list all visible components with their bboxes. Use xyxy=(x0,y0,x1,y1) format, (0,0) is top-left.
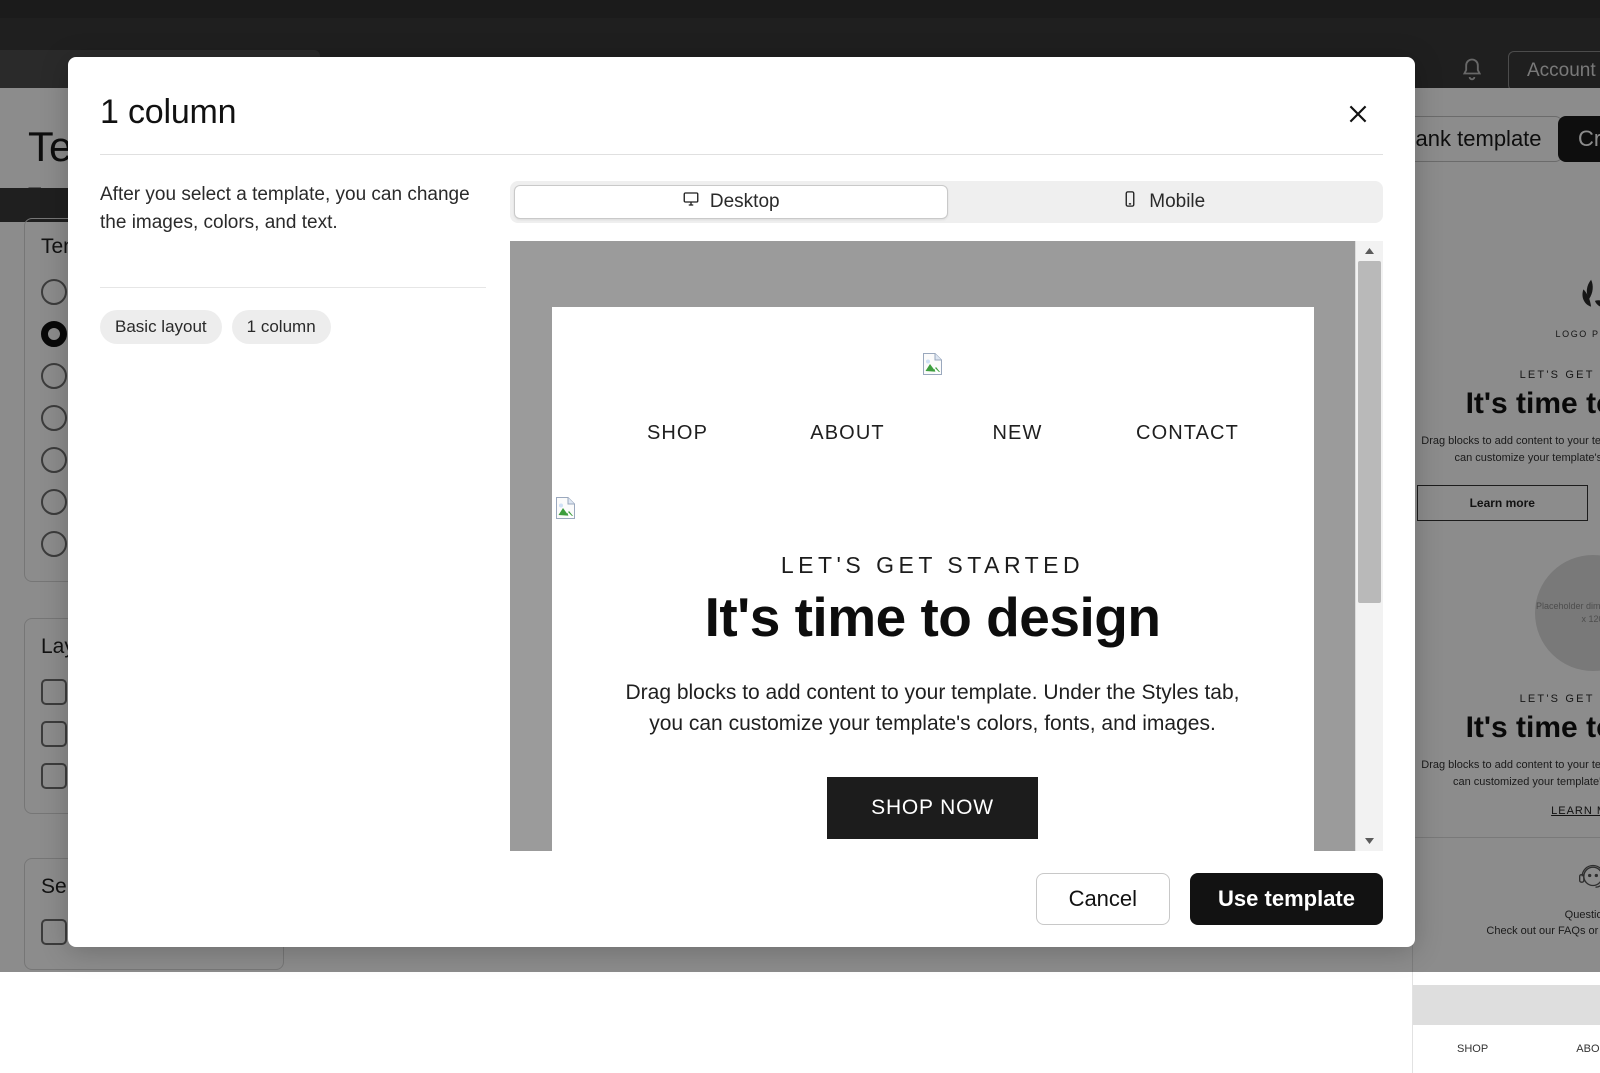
template-nav-item-shop[interactable]: SHOP xyxy=(593,422,763,445)
hero-broken-image-icon xyxy=(556,497,575,524)
dialog-header: 1 column xyxy=(68,57,1415,132)
template-preview-scroll-area: SHOP ABOUT NEW CONTACT xyxy=(510,241,1355,851)
scrollbar-track[interactable] xyxy=(1356,261,1383,831)
use-template-button[interactable]: Use template xyxy=(1190,873,1383,925)
preview-footer-nav-item[interactable]: ABOUT xyxy=(1576,1043,1600,1055)
template-nav: SHOP ABOUT NEW CONTACT xyxy=(552,422,1314,445)
template-shop-now-button[interactable]: SHOP NOW xyxy=(827,777,1038,839)
template-preview-viewport: SHOP ABOUT NEW CONTACT xyxy=(510,241,1383,851)
dialog-preview-pane: Desktop Mobile xyxy=(510,181,1383,851)
template-tag-list: Basic layout 1 column xyxy=(100,310,486,344)
dialog-footer: Cancel Use template xyxy=(68,851,1415,947)
template-nav-item-new[interactable]: NEW xyxy=(933,422,1103,445)
email-template-sheet: SHOP ABOUT NEW CONTACT xyxy=(552,307,1314,851)
close-icon[interactable] xyxy=(1341,97,1375,131)
dialog-title: 1 column xyxy=(100,93,236,132)
tab-mobile[interactable]: Mobile xyxy=(948,185,1380,219)
template-tag-basic-layout[interactable]: Basic layout xyxy=(100,310,222,344)
template-nav-item-about[interactable]: ABOUT xyxy=(763,422,933,445)
scrollbar-thumb[interactable] xyxy=(1358,261,1381,603)
tab-desktop[interactable]: Desktop xyxy=(514,185,948,219)
template-body-text: Drag blocks to add content to your templ… xyxy=(608,677,1258,739)
tab-desktop-label: Desktop xyxy=(710,191,780,213)
cancel-button[interactable]: Cancel xyxy=(1036,873,1170,925)
template-tag-1-column[interactable]: 1 column xyxy=(232,310,331,344)
desktop-monitor-icon xyxy=(682,190,700,214)
dialog-info-pane: After you select a template, you can cha… xyxy=(100,181,510,851)
template-eyebrow: LET'S GET STARTED xyxy=(781,552,1084,579)
dialog-body: After you select a template, you can cha… xyxy=(68,155,1415,851)
template-nav-item-contact[interactable]: CONTACT xyxy=(1103,422,1273,445)
preview-footer-nav: SHOP ABOUT NEW xyxy=(1413,1025,1600,1073)
mobile-phone-icon xyxy=(1121,190,1139,214)
template-preview-dialog: 1 column After you select a template, yo… xyxy=(68,57,1415,947)
modal-overlay: 1 column After you select a template, yo… xyxy=(0,0,1600,972)
preview-scrollbar[interactable] xyxy=(1355,241,1383,851)
info-divider xyxy=(100,287,486,288)
caret-up-icon[interactable] xyxy=(1356,241,1383,261)
preview-footer-nav-item[interactable]: SHOP xyxy=(1457,1043,1488,1055)
tab-mobile-label: Mobile xyxy=(1149,191,1205,213)
preview-footer-bar xyxy=(1413,985,1600,1025)
device-view-switch: Desktop Mobile xyxy=(510,181,1383,223)
dialog-description: After you select a template, you can cha… xyxy=(100,181,486,237)
template-heading: It's time to design xyxy=(705,585,1161,649)
logo-broken-image-icon xyxy=(923,353,942,380)
caret-down-icon[interactable] xyxy=(1356,831,1383,851)
